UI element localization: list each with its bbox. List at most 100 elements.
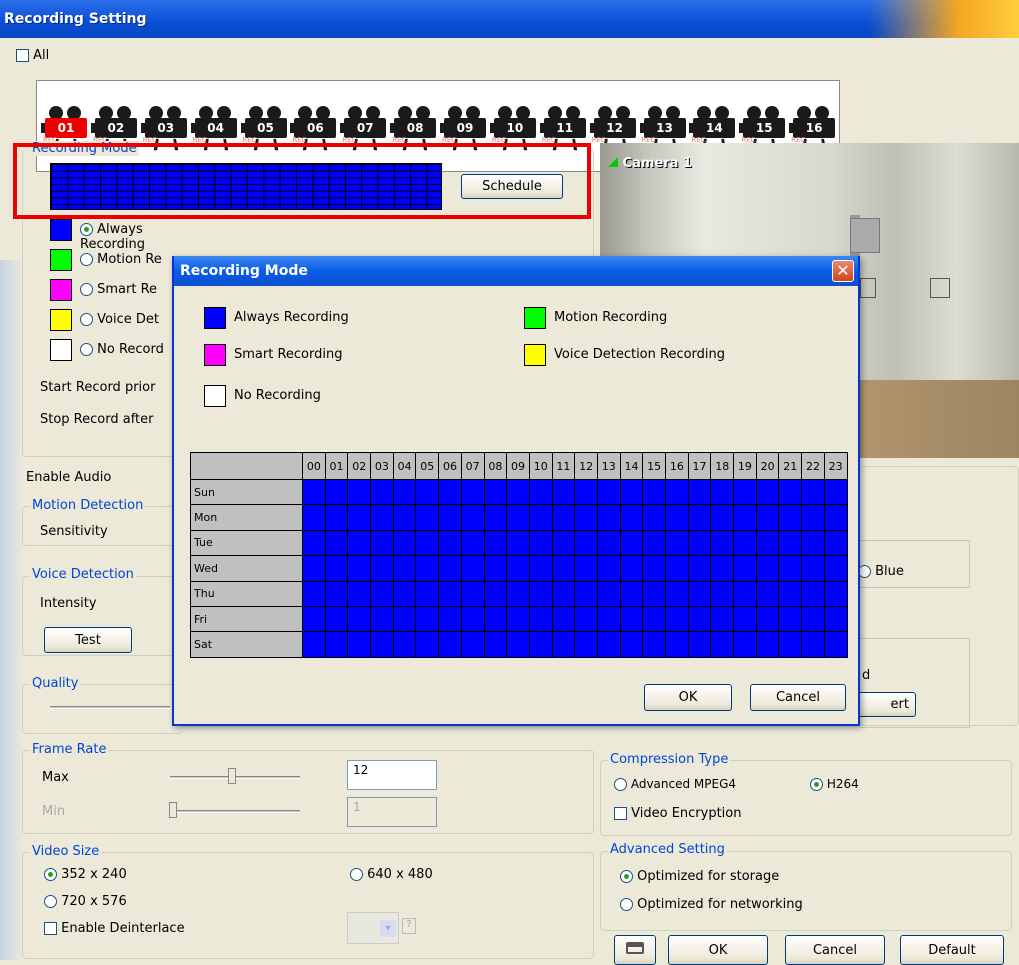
hour-header[interactable]: 14 — [619, 452, 644, 480]
schedule-cell[interactable] — [438, 529, 462, 557]
schedule-cell[interactable] — [551, 529, 576, 557]
schedule-cell[interactable] — [392, 605, 417, 633]
hour-header[interactable]: 20 — [755, 452, 780, 480]
schedule-cell[interactable] — [801, 580, 825, 607]
schedule-cell[interactable] — [642, 529, 666, 557]
schedule-cell[interactable] — [801, 478, 825, 506]
mode-smart-radio[interactable]: Smart Re — [80, 282, 157, 297]
schedule-cell[interactable] — [528, 605, 553, 633]
schedule-cell[interactable] — [415, 555, 440, 582]
schedule-cell[interactable] — [574, 605, 598, 633]
schedule-cell[interactable] — [460, 529, 485, 557]
schedule-cell[interactable] — [665, 631, 689, 658]
hour-header[interactable]: 18 — [710, 452, 735, 480]
schedule-cell[interactable] — [665, 529, 689, 557]
schedule-cell[interactable] — [528, 555, 553, 582]
schedule-cell[interactable] — [778, 504, 803, 531]
mode-voice-radio[interactable]: Voice Det — [80, 312, 159, 327]
hour-header[interactable]: 13 — [596, 452, 621, 480]
hour-header[interactable]: 16 — [665, 452, 689, 480]
schedule-cell[interactable] — [302, 605, 326, 633]
schedule-cell[interactable] — [733, 478, 757, 506]
schedule-cell[interactable] — [642, 504, 666, 531]
schedule-cell[interactable] — [370, 605, 394, 633]
schedule-cell[interactable] — [574, 529, 598, 557]
schedule-cell[interactable] — [778, 478, 803, 506]
schedule-cell[interactable] — [438, 555, 462, 582]
schedule-cell[interactable] — [438, 478, 462, 506]
schedule-cell[interactable] — [460, 580, 485, 607]
day-label[interactable]: Wed — [190, 555, 303, 582]
schedule-cell[interactable] — [415, 631, 440, 658]
schedule-cell[interactable] — [687, 580, 712, 607]
schedule-cell[interactable] — [392, 504, 417, 531]
hour-header[interactable]: 08 — [483, 452, 508, 480]
schedule-cell[interactable] — [506, 504, 530, 531]
schedule-cell[interactable] — [642, 478, 666, 506]
schedule-cell[interactable] — [324, 605, 349, 633]
schedule-cell[interactable] — [778, 631, 803, 658]
schedule-cell[interactable] — [801, 504, 825, 531]
schedule-cell[interactable] — [460, 555, 485, 582]
day-label[interactable]: Mon — [190, 504, 303, 531]
schedule-cell[interactable] — [460, 605, 485, 633]
schedule-cell[interactable] — [347, 605, 372, 633]
schedule-cell[interactable] — [665, 580, 689, 607]
encryption-checkbox[interactable] — [614, 807, 627, 820]
schedule-cell[interactable] — [619, 529, 644, 557]
schedule-cell[interactable] — [687, 529, 712, 557]
schedule-cell[interactable] — [302, 504, 326, 531]
schedule-cell[interactable] — [755, 478, 780, 506]
dialog-cancel-button[interactable]: Cancel — [750, 684, 846, 711]
schedule-cell[interactable] — [778, 605, 803, 633]
schedule-cell[interactable] — [642, 580, 666, 607]
blue-option[interactable]: Blue — [858, 564, 904, 579]
encryption-checkbox-row[interactable]: Video Encryption — [614, 806, 742, 821]
schedule-cell[interactable] — [687, 504, 712, 531]
schedule-cell[interactable] — [415, 605, 440, 633]
schedule-cell[interactable] — [302, 478, 326, 506]
schedule-cell[interactable] — [506, 605, 530, 633]
schedule-cell[interactable] — [755, 555, 780, 582]
schedule-cell[interactable] — [347, 580, 372, 607]
schedule-cell[interactable] — [665, 605, 689, 633]
schedule-cell[interactable] — [710, 555, 735, 582]
schedule-cell[interactable] — [551, 478, 576, 506]
schedule-cell[interactable] — [596, 504, 621, 531]
schedule-cell[interactable] — [392, 555, 417, 582]
schedule-cell[interactable] — [415, 580, 440, 607]
schedule-cell[interactable] — [551, 504, 576, 531]
hour-header[interactable]: 02 — [347, 452, 372, 480]
schedule-cell[interactable] — [596, 631, 621, 658]
schedule-cell[interactable] — [347, 504, 372, 531]
mode-none-radio[interactable]: No Record — [80, 342, 164, 357]
day-label[interactable]: Sat — [190, 631, 303, 658]
schedule-cell[interactable] — [506, 555, 530, 582]
hour-header[interactable]: 07 — [460, 452, 485, 480]
schedule-cell[interactable] — [483, 504, 508, 531]
schedule-cell[interactable] — [778, 529, 803, 557]
schedule-cell[interactable] — [710, 605, 735, 633]
schedule-cell[interactable] — [528, 580, 553, 607]
schedule-cell[interactable] — [823, 580, 848, 607]
quality-slider[interactable] — [50, 706, 170, 709]
schedule-cell[interactable] — [551, 555, 576, 582]
print-button[interactable] — [614, 935, 656, 965]
schedule-cell[interactable] — [528, 631, 553, 658]
schedule-cell[interactable] — [823, 478, 848, 506]
ok-button[interactable]: OK — [668, 935, 768, 965]
schedule-cell[interactable] — [460, 478, 485, 506]
schedule-cell[interactable] — [596, 555, 621, 582]
schedule-cell[interactable] — [619, 504, 644, 531]
size-352-option[interactable]: 352 x 240 — [44, 867, 127, 882]
schedule-cell[interactable] — [665, 555, 689, 582]
schedule-cell[interactable] — [392, 580, 417, 607]
hour-header[interactable]: 17 — [687, 452, 712, 480]
schedule-cell[interactable] — [665, 478, 689, 506]
hour-header[interactable]: 05 — [415, 452, 440, 480]
schedule-cell[interactable] — [324, 580, 349, 607]
schedule-cell[interactable] — [823, 529, 848, 557]
schedule-cell[interactable] — [733, 580, 757, 607]
schedule-cell[interactable] — [596, 580, 621, 607]
schedule-cell[interactable] — [370, 529, 394, 557]
